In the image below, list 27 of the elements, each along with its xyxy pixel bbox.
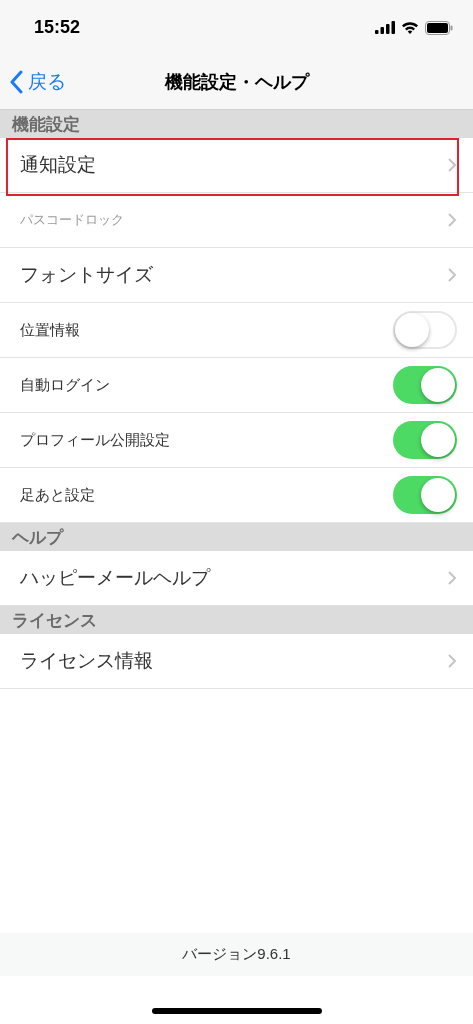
status-time: 15:52 bbox=[34, 17, 82, 38]
toggle-switch[interactable] bbox=[393, 311, 457, 349]
row-label: プロフィール公開設定 bbox=[20, 430, 170, 450]
row-label: 自動ログイン bbox=[20, 375, 110, 395]
section-header: ヘルプ bbox=[12, 526, 63, 549]
chevron-icon bbox=[447, 157, 457, 173]
back-chevron-icon bbox=[10, 70, 24, 94]
toggle-switch[interactable] bbox=[393, 366, 457, 404]
chevron-icon bbox=[447, 267, 457, 283]
section-header: 機能設定 bbox=[12, 113, 80, 136]
row-label: 足あと設定 bbox=[20, 485, 95, 505]
wifi-icon bbox=[401, 21, 419, 34]
chevron-icon bbox=[447, 653, 457, 669]
chevron-icon bbox=[447, 212, 457, 228]
toggle-switch[interactable] bbox=[393, 421, 457, 459]
back-button[interactable]: 戻る bbox=[0, 69, 66, 95]
settings-row[interactable]: ライセンス情報 bbox=[0, 634, 473, 689]
toggle-switch[interactable] bbox=[393, 476, 457, 514]
settings-row[interactable]: フォントサイズ bbox=[0, 248, 473, 303]
battery-icon bbox=[425, 20, 453, 35]
section-header: ライセンス bbox=[12, 609, 97, 632]
row-label: 位置情報 bbox=[20, 320, 80, 340]
nav-title: 機能設定・ヘルプ bbox=[164, 71, 309, 94]
settings-row[interactable]: 通知設定 bbox=[0, 138, 473, 193]
version-label: バージョン9.6.1 bbox=[0, 933, 473, 976]
signal-icon bbox=[375, 21, 395, 34]
chevron-icon bbox=[447, 570, 457, 586]
